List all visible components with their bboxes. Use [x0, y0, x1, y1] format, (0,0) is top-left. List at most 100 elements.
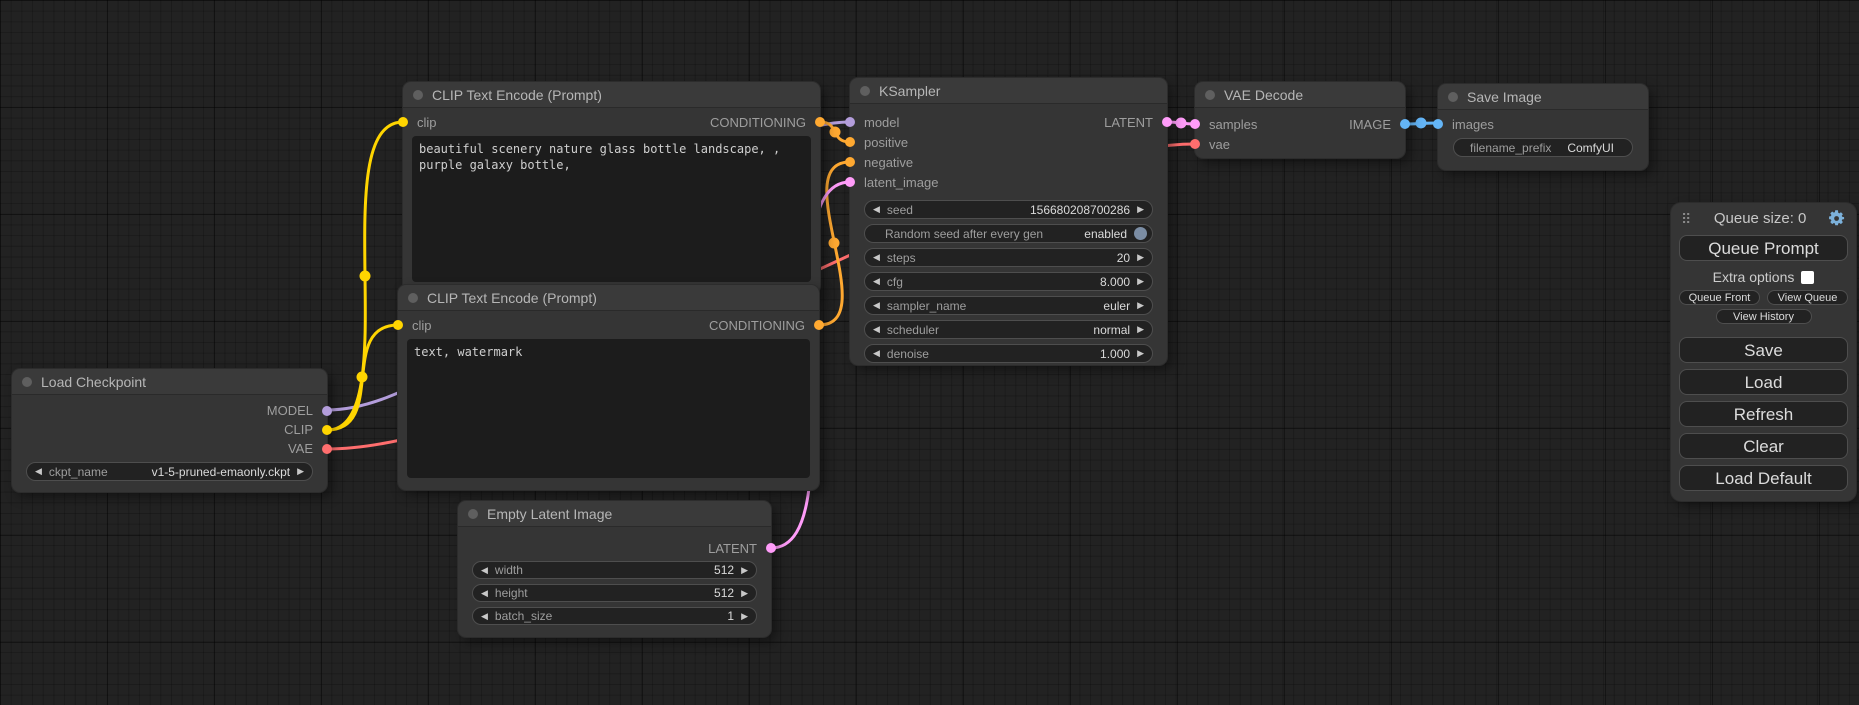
clear-button[interactable]: Clear	[1679, 433, 1848, 459]
increment-arrow-icon[interactable]: ▶	[1137, 301, 1144, 310]
input-slot-latent-image[interactable]	[845, 177, 855, 187]
view-history-button[interactable]: View History	[1716, 309, 1812, 324]
widget-value: v1-5-pruned-emaonly.ckpt	[152, 465, 291, 479]
decrement-arrow-icon[interactable]: ◀	[35, 467, 42, 476]
prompt-textarea[interactable]: text, watermark	[407, 339, 810, 478]
input-label-positive: positive	[864, 135, 908, 150]
input-label-latent-image: latent_image	[864, 175, 938, 190]
node-title-bar[interactable]: Empty Latent Image	[458, 501, 771, 527]
queue-size-label: Queue size: 0	[1691, 210, 1829, 227]
node-status-dot	[1205, 90, 1215, 100]
view-queue-button[interactable]: View Queue	[1767, 290, 1848, 305]
node-title: KSampler	[879, 83, 940, 99]
increment-arrow-icon[interactable]: ▶	[741, 589, 748, 598]
widget-filename-prefix[interactable]: filename_prefix ComfyUI	[1453, 138, 1633, 157]
widget-sampler-name[interactable]: ◀ sampler_name euler ▶	[864, 296, 1153, 315]
node-status-dot	[408, 293, 418, 303]
input-label-model: model	[864, 115, 899, 130]
decrement-arrow-icon[interactable]: ◀	[481, 612, 488, 621]
output-slot-conditioning[interactable]	[814, 320, 824, 330]
node-save-image[interactable]: Save Image images filename_prefix ComfyU…	[1438, 84, 1648, 170]
node-title-bar[interactable]: Load Checkpoint	[12, 369, 327, 395]
output-label-vae: VAE	[288, 441, 313, 456]
input-slot-clip[interactable]	[398, 117, 408, 127]
widget-seed[interactable]: ◀ seed 156680208700286 ▶	[864, 200, 1153, 219]
save-button[interactable]: Save	[1679, 337, 1848, 363]
extra-options-checkbox[interactable]	[1801, 271, 1814, 284]
queue-front-button[interactable]: Queue Front	[1679, 290, 1760, 305]
toggle-enabled-dot[interactable]	[1134, 227, 1147, 240]
output-slot-latent[interactable]	[766, 543, 776, 553]
output-slot-clip[interactable]	[322, 425, 332, 435]
decrement-arrow-icon[interactable]: ◀	[481, 589, 488, 598]
link-midpoint-dot[interactable]	[360, 271, 371, 282]
decrement-arrow-icon[interactable]: ◀	[873, 205, 880, 214]
decrement-arrow-icon[interactable]: ◀	[873, 349, 880, 358]
node-status-dot	[1448, 92, 1458, 102]
node-load-checkpoint[interactable]: Load Checkpoint MODEL CLIP VAE ◀ ckpt_na…	[12, 369, 327, 492]
decrement-arrow-icon[interactable]: ◀	[481, 566, 488, 575]
widget-denoise[interactable]: ◀ denoise 1.000 ▶	[864, 344, 1153, 363]
widget-scheduler[interactable]: ◀ scheduler normal ▶	[864, 320, 1153, 339]
output-label-clip: CLIP	[284, 422, 313, 437]
widget-cfg[interactable]: ◀ cfg 8.000 ▶	[864, 272, 1153, 291]
node-title-bar[interactable]: CLIP Text Encode (Prompt)	[403, 82, 820, 108]
widget-batch-size[interactable]: ◀ batch_size 1 ▶	[472, 607, 757, 625]
gear-icon[interactable]	[1829, 210, 1846, 227]
input-slot-vae[interactable]	[1190, 139, 1200, 149]
link-midpoint-dot[interactable]	[1176, 118, 1187, 129]
increment-arrow-icon[interactable]: ▶	[741, 566, 748, 575]
decrement-arrow-icon[interactable]: ◀	[873, 277, 880, 286]
increment-arrow-icon[interactable]: ▶	[1137, 277, 1144, 286]
widget-height[interactable]: ◀ height 512 ▶	[472, 584, 757, 602]
increment-arrow-icon[interactable]: ▶	[1137, 205, 1144, 214]
node-ksampler[interactable]: KSampler model LATENT positive negative …	[850, 78, 1167, 365]
link-midpoint-dot[interactable]	[357, 372, 368, 383]
widget-width[interactable]: ◀ width 512 ▶	[472, 561, 757, 579]
input-slot-clip[interactable]	[393, 320, 403, 330]
widget-random-seed-toggle[interactable]: Random seed after every gen enabled	[864, 224, 1153, 243]
input-slot-images[interactable]	[1433, 119, 1443, 129]
increment-arrow-icon[interactable]: ▶	[741, 612, 748, 621]
decrement-arrow-icon[interactable]: ◀	[873, 301, 880, 310]
node-title: Load Checkpoint	[41, 374, 146, 390]
load-default-button[interactable]: Load Default	[1679, 465, 1848, 491]
output-slot-latent[interactable]	[1162, 117, 1172, 127]
decrement-arrow-icon[interactable]: ◀	[873, 253, 880, 262]
input-slot-positive[interactable]	[845, 137, 855, 147]
widget-steps[interactable]: ◀ steps 20 ▶	[864, 248, 1153, 267]
node-empty-latent-image[interactable]: Empty Latent Image LATENT ◀ width 512 ▶ …	[458, 501, 771, 637]
input-label-negative: negative	[864, 155, 913, 170]
increment-arrow-icon[interactable]: ▶	[1137, 325, 1144, 334]
input-slot-negative[interactable]	[845, 157, 855, 167]
increment-arrow-icon[interactable]: ▶	[1137, 349, 1144, 358]
output-slot-conditioning[interactable]	[815, 117, 825, 127]
link-midpoint-dot[interactable]	[1416, 118, 1427, 129]
decrement-arrow-icon[interactable]: ◀	[873, 325, 880, 334]
node-vae-decode[interactable]: VAE Decode samples IMAGE vae	[1195, 82, 1405, 158]
input-slot-samples[interactable]	[1190, 119, 1200, 129]
refresh-button[interactable]: Refresh	[1679, 401, 1848, 427]
widget-ckpt-name[interactable]: ◀ ckpt_name v1-5-pruned-emaonly.ckpt ▶	[26, 462, 313, 481]
node-clip-text-encode-negative[interactable]: CLIP Text Encode (Prompt) clip CONDITION…	[398, 285, 819, 490]
increment-arrow-icon[interactable]: ▶	[297, 467, 304, 476]
increment-arrow-icon[interactable]: ▶	[1137, 253, 1144, 262]
node-title-bar[interactable]: Save Image	[1438, 84, 1648, 110]
link-midpoint-dot[interactable]	[829, 238, 840, 249]
output-label-model: MODEL	[267, 403, 313, 418]
drag-handle-icon[interactable]: ⠿	[1681, 212, 1691, 226]
link-midpoint-dot[interactable]	[830, 127, 841, 138]
input-slot-model[interactable]	[845, 117, 855, 127]
node-status-dot	[22, 377, 32, 387]
node-title-bar[interactable]: KSampler	[850, 78, 1167, 104]
output-slot-vae[interactable]	[322, 444, 332, 454]
node-title-bar[interactable]: CLIP Text Encode (Prompt)	[398, 285, 819, 311]
output-slot-model[interactable]	[322, 406, 332, 416]
load-button[interactable]: Load	[1679, 369, 1848, 395]
input-label-clip: clip	[412, 318, 432, 333]
node-title-bar[interactable]: VAE Decode	[1195, 82, 1405, 108]
node-clip-text-encode-positive[interactable]: CLIP Text Encode (Prompt) clip CONDITION…	[403, 82, 820, 294]
output-slot-image[interactable]	[1400, 119, 1410, 129]
prompt-textarea[interactable]: beautiful scenery nature glass bottle la…	[412, 136, 811, 282]
queue-prompt-button[interactable]: Queue Prompt	[1679, 235, 1848, 261]
